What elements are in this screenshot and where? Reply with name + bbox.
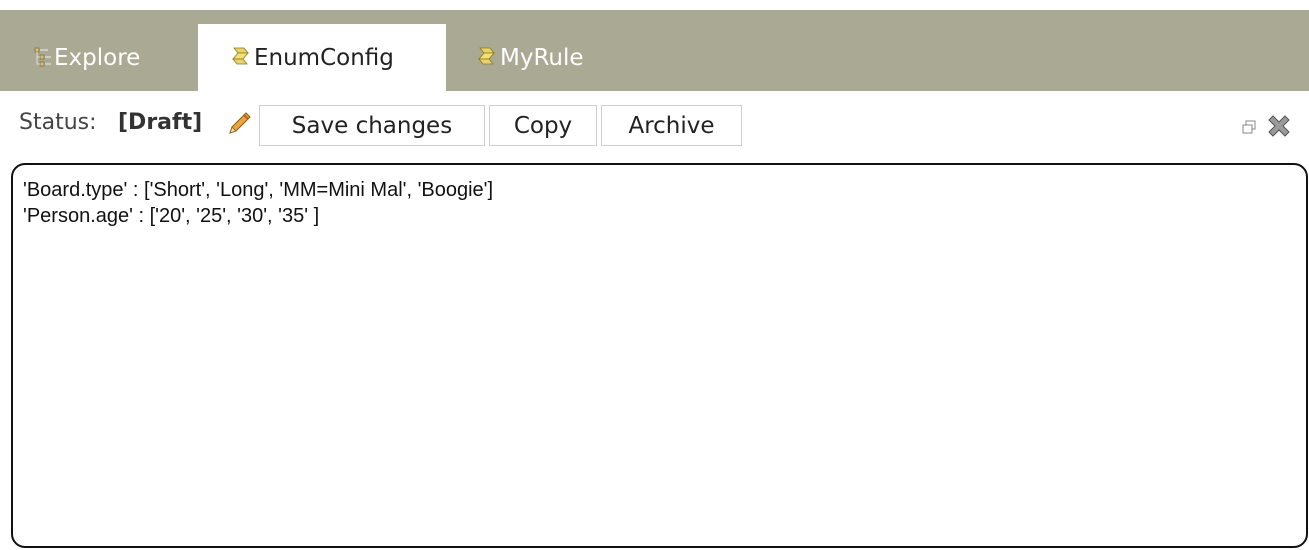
- pencil-icon[interactable]: [226, 108, 254, 136]
- tab-myrule[interactable]: MyRule: [476, 24, 636, 91]
- enum-definition-editor[interactable]: 'Board.type' : ['Short', 'Long', 'MM=Min…: [11, 163, 1308, 548]
- tab-label: EnumConfig: [254, 44, 394, 71]
- archive-button[interactable]: Archive: [601, 105, 742, 146]
- enum-icon: [230, 44, 252, 72]
- save-changes-button[interactable]: Save changes: [259, 105, 485, 146]
- rule-icon: [476, 44, 498, 72]
- tab-bar: Explore EnumConfig MyRule: [0, 10, 1309, 91]
- restore-icon[interactable]: [1242, 119, 1256, 134]
- tab-label: Explore: [54, 44, 141, 71]
- close-icon[interactable]: [1265, 112, 1293, 140]
- tab-enumconfig[interactable]: EnumConfig: [198, 24, 446, 91]
- status-value: [Draft]: [118, 110, 203, 135]
- tab-label: MyRule: [500, 44, 584, 71]
- tab-explore[interactable]: Explore: [30, 24, 180, 91]
- tree-icon: [30, 44, 52, 72]
- copy-button[interactable]: Copy: [489, 105, 597, 146]
- status-label: Status:: [19, 110, 97, 135]
- toolbar: Status: [Draft] Save changes Copy Archiv…: [0, 91, 1309, 157]
